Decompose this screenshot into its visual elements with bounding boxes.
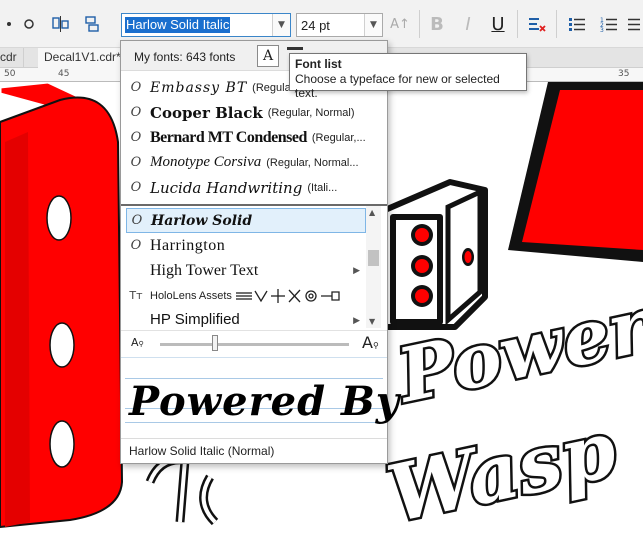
hololens-glyph-preview — [235, 288, 340, 303]
small-die — [382, 179, 488, 330]
font-item-name: Cooper Black — [150, 103, 263, 122]
font-item-name: HP Simplified — [150, 311, 240, 328]
chevron-down-icon[interactable]: ▼ — [272, 14, 290, 36]
right-red-shape — [508, 82, 643, 262]
font-list-combobox[interactable]: Harlow Solid Italic ▼ — [121, 13, 291, 37]
opentype-icon: O — [131, 213, 143, 228]
ruler-label: 45 — [58, 69, 70, 79]
font-filter-icon[interactable]: A — [257, 45, 279, 67]
slider-track[interactable] — [160, 343, 349, 346]
tab-document-2[interactable]: Decal1V1.cdr* — [38, 48, 127, 68]
font-item-hololens-assets[interactable]: Tᴛ HoloLens Assets — [126, 283, 366, 308]
toolbar-divider — [517, 10, 518, 38]
font-item-style: (Regular, Normal) — [267, 106, 355, 119]
font-item-cooper-black[interactable]: O Cooper Black (Regular, Normal) — [126, 100, 366, 125]
font-item-name: HoloLens Assets — [150, 289, 232, 302]
font-item-name: Lucida Handwriting — [150, 178, 303, 197]
numbered-list-icon[interactable]: 123 — [597, 12, 621, 36]
opentype-icon: O — [130, 130, 142, 145]
font-list-scrollbar[interactable]: ▲ ▼ — [366, 206, 381, 328]
toolbar-divider — [556, 10, 557, 38]
underline-icon[interactable]: U — [486, 12, 510, 36]
node-icon[interactable] — [49, 12, 73, 36]
left-die — [0, 82, 124, 529]
font-item-name: Harlow Solid — [151, 212, 253, 229]
large-text-icon: A⚲ — [362, 333, 379, 352]
font-item-name: Embassy BT — [150, 79, 248, 96]
submenu-arrow-icon[interactable]: ▶ — [353, 266, 360, 276]
font-count-label[interactable]: My fonts: 643 fonts — [134, 50, 235, 64]
ruler-label: 50 — [4, 69, 16, 79]
selected-font-label: Harlow Solid Italic (Normal) — [129, 444, 275, 458]
align-icon[interactable] — [81, 12, 105, 36]
font-list-tooltip: Font list Choose a typeface for new or s… — [289, 53, 527, 100]
font-item-hp-simplified[interactable]: HP Simplified ▶ — [126, 308, 366, 328]
tooltip-title: Font list — [295, 57, 342, 71]
font-item-monotype-corsiva[interactable]: O Monotype Corsiva (Regular, Normal... — [126, 150, 366, 175]
opentype-icon: O — [130, 80, 142, 95]
font-item-style: (Regular,... — [311, 131, 366, 144]
preview-size-slider[interactable]: A⚲ A⚲ — [121, 330, 387, 356]
opentype-icon: O — [130, 180, 142, 195]
circle-icon[interactable] — [17, 12, 41, 36]
chevron-down-icon[interactable]: ▼ — [364, 14, 382, 36]
font-item-lucida-handwriting[interactable]: O Lucida Handwriting (Itali... — [126, 175, 366, 200]
font-item-name: Bernard MT Condensed — [150, 128, 307, 146]
font-preview: Powered By — [121, 357, 399, 437]
scroll-thumb[interactable] — [368, 250, 379, 266]
font-family-input[interactable]: Harlow Solid Italic — [125, 17, 231, 33]
svg-text:3: 3 — [600, 27, 604, 34]
scroll-up-icon[interactable]: ▲ — [369, 208, 375, 217]
bold-icon[interactable]: B — [425, 12, 449, 36]
font-item-style: (Itali... — [307, 181, 338, 194]
more-icon[interactable] — [626, 12, 643, 36]
font-preview-text: Powered By — [129, 378, 401, 425]
text-properties-icon[interactable]: A↑ — [388, 12, 412, 36]
toolbar-divider — [419, 10, 420, 38]
tab-document-1[interactable]: cdr — [0, 48, 24, 68]
font-item-high-tower-text[interactable]: High Tower Text ▶ — [126, 258, 366, 283]
font-item-name: Monotype Corsiva — [150, 154, 262, 170]
recent-fonts-divider — [121, 204, 387, 206]
font-item-harrington[interactable]: O Harrington — [126, 233, 366, 258]
artwork-text-wasp[interactable]: Wasp — [378, 401, 627, 540]
font-item-bernard-mt[interactable]: O Bernard MT Condensed (Regular,... — [126, 125, 366, 150]
slider-thumb[interactable] — [211, 335, 218, 351]
small-text-icon: A⚲ — [131, 336, 144, 349]
italic-icon[interactable]: I — [456, 12, 480, 36]
filter-toolbar-icon[interactable] — [287, 47, 303, 50]
character-effects-icon[interactable] — [525, 12, 549, 36]
truetype-icon: Tᴛ — [129, 289, 143, 302]
font-popup-footer: Harlow Solid Italic (Normal) — [121, 438, 387, 463]
font-item-name: Harrington — [150, 236, 226, 254]
font-item-harlow-solid[interactable]: O Harlow Solid — [126, 208, 366, 233]
ruler-label: 35 — [618, 69, 630, 79]
scroll-down-icon[interactable]: ▼ — [369, 317, 375, 326]
font-item-name: High Tower Text — [150, 261, 259, 279]
opentype-icon: O — [130, 238, 142, 253]
font-list-popup[interactable]: My fonts: 643 fonts A O Embassy BT (Regu… — [120, 40, 399, 464]
submenu-arrow-icon[interactable]: ▶ — [353, 316, 360, 326]
tooltip-text: Choose a typeface for new or selected te… — [295, 72, 500, 100]
font-size-input[interactable]: 24 pt — [301, 18, 330, 33]
font-item-style: (Regular, Normal... — [266, 156, 359, 169]
opentype-icon: O — [130, 105, 142, 120]
font-size-combobox[interactable]: 24 pt ▼ — [296, 13, 383, 37]
opentype-icon: O — [130, 155, 142, 170]
bullet-list-icon[interactable] — [565, 12, 589, 36]
